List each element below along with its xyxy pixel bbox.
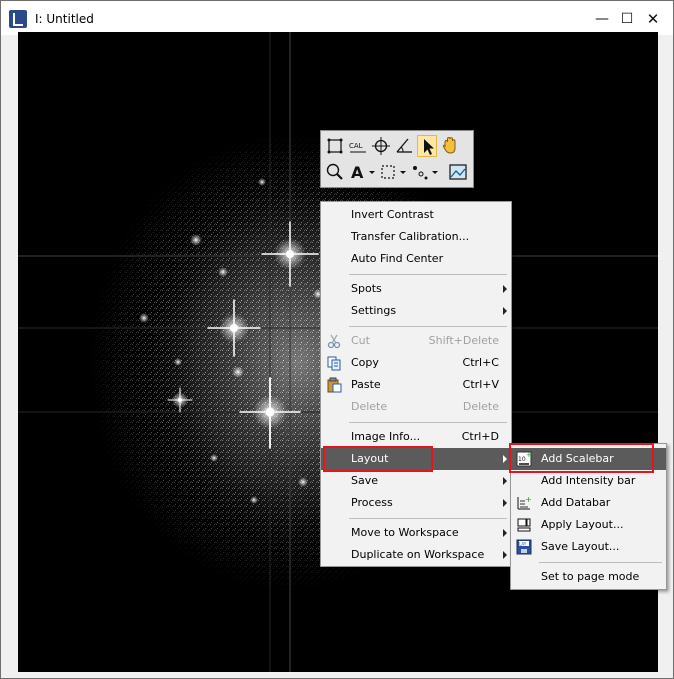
svg-text:LAY: LAY: [519, 542, 527, 547]
menu-item-settings[interactable]: Settings: [321, 300, 511, 322]
menu-item-delete: Delete Delete: [351, 400, 499, 413]
menu-item-spots[interactable]: Spots: [321, 278, 511, 300]
apply-layout-icon: [517, 518, 531, 532]
menu-item-paste[interactable]: Paste Ctrl+V: [321, 374, 511, 396]
submenu-arrow-icon: [503, 499, 507, 507]
menu-item-image-info[interactable]: Image Info... Ctrl+D: [321, 426, 511, 448]
menu-item-copy[interactable]: Copy Ctrl+C: [321, 352, 511, 374]
app-icon: [9, 10, 27, 28]
menu-separator: [349, 422, 507, 423]
spot-tool-icon[interactable]: [410, 161, 440, 183]
annotation-highlight-layout: [323, 446, 433, 472]
menu-separator: [349, 274, 507, 275]
submenu-item-add-databar[interactable]: + Add Databar: [511, 492, 666, 514]
hand-tool-icon[interactable]: [440, 135, 460, 157]
calibration-tool-label: CAL: [349, 142, 363, 150]
svg-text:+: +: [525, 495, 532, 504]
crosshair-tool-icon[interactable]: [371, 135, 391, 157]
submenu-item-apply-layout[interactable]: Apply Layout...: [511, 514, 666, 536]
menu-separator: [539, 562, 662, 563]
maximize-icon[interactable]: ☐: [614, 7, 640, 31]
save-layout-icon: LAY: [516, 539, 532, 555]
close-icon[interactable]: ✕: [640, 7, 666, 31]
menu-item-transfer-calibration[interactable]: Transfer Calibration...: [321, 226, 511, 248]
menu-item-move-to-workspace[interactable]: Move to Workspace: [321, 522, 511, 544]
menu-separator: [349, 518, 507, 519]
submenu-arrow-icon: [503, 551, 507, 559]
menu-item-auto-find-center[interactable]: Auto Find Center: [321, 248, 511, 270]
zoom-tool-icon[interactable]: [325, 161, 345, 183]
submenu-arrow-icon: [503, 307, 507, 315]
pointer-tool-icon[interactable]: [417, 135, 437, 157]
databar-icon: +: [517, 495, 532, 510]
roi-tool-icon[interactable]: [325, 135, 345, 157]
menu-item-process[interactable]: Process: [321, 492, 511, 514]
context-menu: Invert Contrast Transfer Calibration... …: [320, 201, 512, 567]
submenu-item-set-to-page-mode[interactable]: Set to page mode: [511, 566, 666, 588]
scissors-icon: [327, 334, 341, 349]
tool-palette: CAL A: [320, 130, 474, 188]
menu-item-save[interactable]: Save: [321, 470, 511, 492]
submenu-item-save-layout[interactable]: LAY Save Layout...: [511, 536, 666, 558]
menu-item-duplicate-on-workspace[interactable]: Duplicate on Workspace: [321, 544, 511, 566]
submenu-arrow-icon: [503, 455, 507, 463]
minimize-icon[interactable]: —: [589, 7, 615, 31]
window-title: I: Untitled: [35, 12, 94, 26]
menu-item-invert-contrast[interactable]: Invert Contrast: [321, 204, 511, 226]
title-bar[interactable]: I: Untitled — ☐ ✕: [1, 1, 673, 35]
submenu-item-add-intensity-bar[interactable]: Add Intensity bar: [511, 470, 666, 492]
text-tool-icon[interactable]: A: [348, 161, 376, 183]
selection-tool-icon[interactable]: [379, 161, 409, 183]
submenu-arrow-icon: [503, 477, 507, 485]
copy-icon: [327, 356, 341, 371]
text-tool-label: A: [351, 163, 364, 182]
image-tool-icon[interactable]: [448, 161, 468, 183]
menu-item-cut: Cut Shift+Delete: [321, 330, 511, 352]
submenu-arrow-icon: [503, 285, 507, 293]
annotation-highlight-add-scalebar: [509, 443, 654, 473]
paste-icon: [327, 377, 342, 393]
menu-separator: [349, 326, 507, 327]
angle-tool-icon[interactable]: [394, 135, 414, 157]
calibration-tool-icon[interactable]: CAL: [348, 135, 368, 157]
submenu-arrow-icon: [503, 529, 507, 537]
